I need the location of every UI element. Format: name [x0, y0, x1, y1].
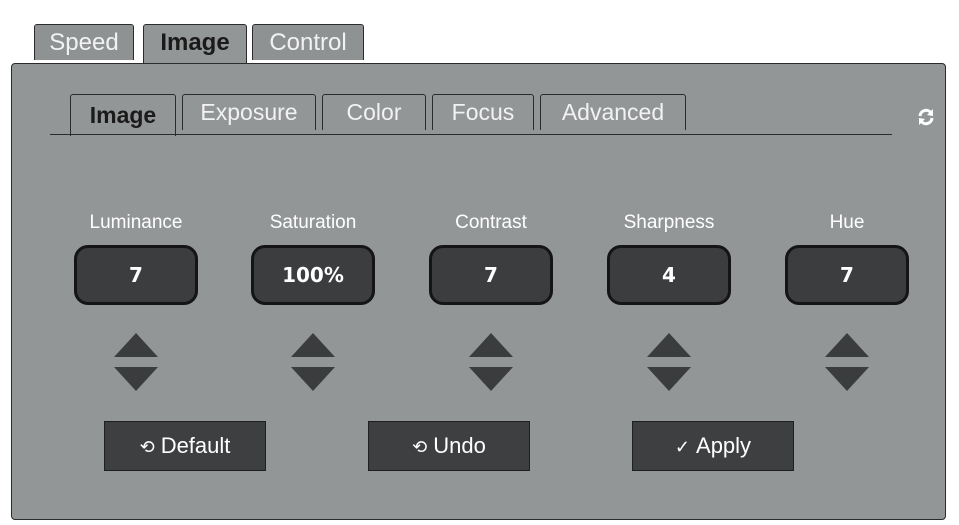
luminance-decrease-icon[interactable]	[114, 367, 158, 391]
check-circle-icon: ✓	[674, 437, 691, 457]
contrast-control: Contrast 7	[426, 211, 556, 397]
subtab-divider	[50, 134, 892, 135]
default-button-label: Default	[160, 433, 231, 458]
hue-increase-icon[interactable]	[825, 333, 869, 357]
luminance-increase-icon[interactable]	[114, 333, 158, 357]
luminance-label: Luminance	[89, 212, 183, 233]
luminance-value[interactable]: 7	[74, 245, 198, 305]
hue-decrease-icon[interactable]	[825, 367, 869, 391]
refresh-icon[interactable]	[916, 107, 936, 127]
saturation-stepper	[288, 333, 338, 397]
tab-speed[interactable]: Speed	[34, 24, 134, 60]
hue-stepper	[822, 333, 872, 397]
luminance-stepper	[111, 333, 161, 397]
subtab-image[interactable]: Image	[70, 94, 176, 136]
contrast-decrease-icon[interactable]	[469, 367, 513, 391]
hue-label: Hue	[829, 212, 865, 233]
refresh-icon-graphic	[918, 108, 934, 126]
default-button[interactable]: ⟲ Default	[104, 421, 266, 471]
sharpness-decrease-icon[interactable]	[647, 367, 691, 391]
luminance-control: Luminance 7	[71, 211, 201, 397]
saturation-control: Saturation 100%	[248, 211, 378, 397]
contrast-stepper	[466, 333, 516, 397]
sharpness-label: Sharpness	[623, 212, 715, 233]
saturation-increase-icon[interactable]	[291, 333, 335, 357]
history-icon: ⟲	[139, 437, 155, 457]
saturation-label: Saturation	[269, 212, 357, 233]
hue-value[interactable]: 7	[785, 245, 909, 305]
history-icon: ⟲	[412, 437, 428, 457]
undo-button[interactable]: ⟲ Undo	[368, 421, 530, 471]
subtab-color[interactable]: Color	[322, 94, 426, 130]
contrast-label: Contrast	[455, 212, 527, 233]
image-settings-panel: Image Exposure Color Focus Advanced Lumi…	[11, 63, 946, 520]
saturation-value[interactable]: 100%	[251, 245, 375, 305]
sharpness-value[interactable]: 4	[607, 245, 731, 305]
subtab-advanced[interactable]: Advanced	[540, 94, 686, 130]
sharpness-stepper	[644, 333, 694, 397]
subtab-exposure[interactable]: Exposure	[182, 94, 316, 130]
sharpness-increase-icon[interactable]	[647, 333, 691, 357]
undo-button-label: Undo	[433, 433, 486, 458]
saturation-decrease-icon[interactable]	[291, 367, 335, 391]
contrast-value[interactable]: 7	[429, 245, 553, 305]
tab-image[interactable]: Image	[143, 24, 247, 65]
sharpness-control: Sharpness 4	[604, 211, 734, 397]
contrast-increase-icon[interactable]	[469, 333, 513, 357]
apply-button[interactable]: ✓ Apply	[632, 421, 794, 471]
hue-control: Hue 7	[782, 211, 912, 397]
apply-button-label: Apply	[696, 433, 752, 458]
tab-control[interactable]: Control	[252, 24, 364, 60]
subtab-focus[interactable]: Focus	[432, 94, 534, 130]
